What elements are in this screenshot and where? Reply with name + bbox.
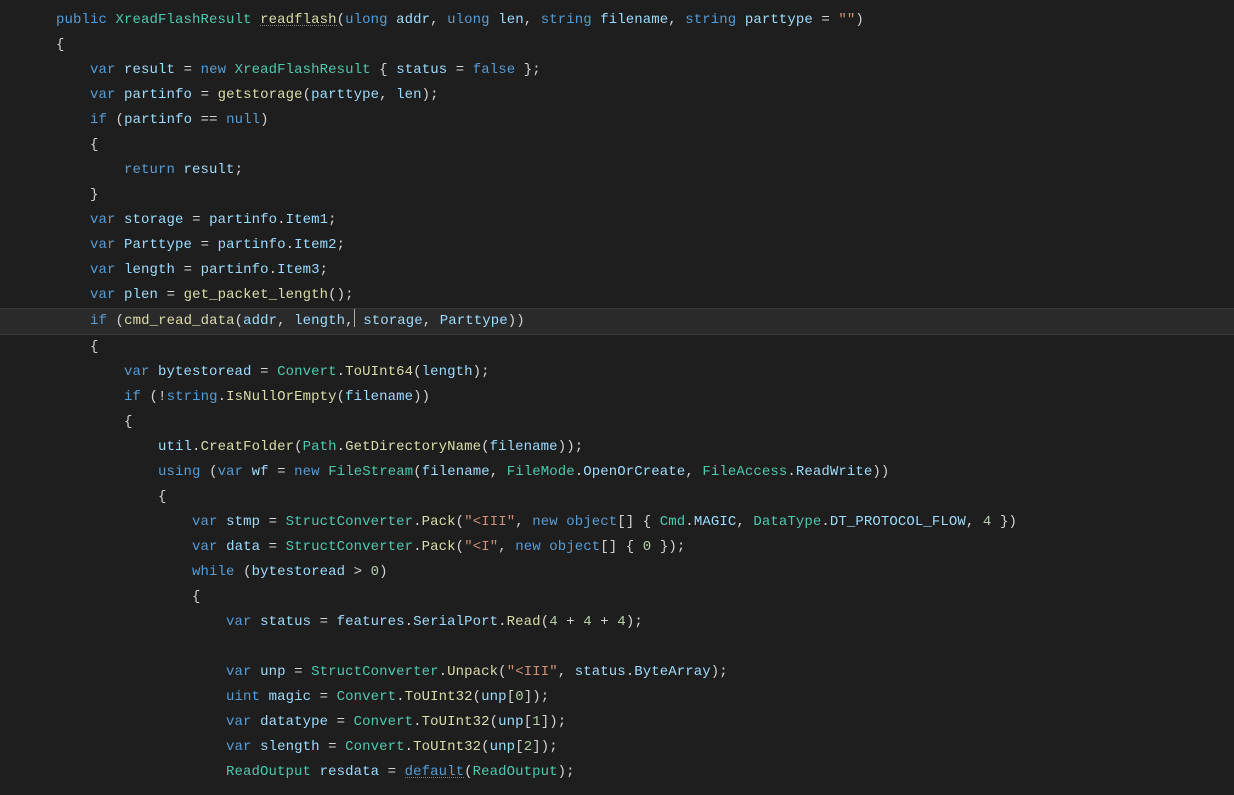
code-line[interactable]: var bytestoread = Convert.ToUInt64(lengt… xyxy=(0,360,1234,385)
code-line[interactable] xyxy=(0,635,1234,660)
code-editor[interactable]: public XreadFlashResult readflash(ulong … xyxy=(0,0,1234,785)
code-line[interactable]: public XreadFlashResult readflash(ulong … xyxy=(0,8,1234,33)
code-line[interactable]: var data = StructConverter.Pack("<I", ne… xyxy=(0,535,1234,560)
code-line[interactable]: var storage = partinfo.Item1; xyxy=(0,208,1234,233)
keyword: public xyxy=(56,12,107,28)
code-line[interactable]: if (partinfo == null) xyxy=(0,108,1234,133)
code-line[interactable]: uint magic = Convert.ToUInt32(unp[0]); xyxy=(0,685,1234,710)
code-line[interactable]: { xyxy=(0,410,1234,435)
code-line[interactable]: ReadOutput resdata = default(ReadOutput)… xyxy=(0,760,1234,785)
code-line[interactable]: { xyxy=(0,585,1234,610)
code-line[interactable]: var Parttype = partinfo.Item2; xyxy=(0,233,1234,258)
code-line[interactable]: { xyxy=(0,335,1234,360)
code-line[interactable]: var result = new XreadFlashResult { stat… xyxy=(0,58,1234,83)
code-line[interactable]: var datatype = Convert.ToUInt32(unp[1]); xyxy=(0,710,1234,735)
code-line[interactable]: var partinfo = getstorage(parttype, len)… xyxy=(0,83,1234,108)
code-line[interactable]: { xyxy=(0,133,1234,158)
code-line[interactable]: { xyxy=(0,485,1234,510)
code-line[interactable]: { xyxy=(0,33,1234,58)
code-line[interactable]: var slength = Convert.ToUInt32(unp[2]); xyxy=(0,735,1234,760)
code-line[interactable]: if (!string.IsNullOrEmpty(filename)) xyxy=(0,385,1234,410)
text-cursor xyxy=(354,309,355,327)
code-line[interactable]: var stmp = StructConverter.Pack("<III", … xyxy=(0,510,1234,535)
code-line[interactable]: var unp = StructConverter.Unpack("<III",… xyxy=(0,660,1234,685)
code-line[interactable]: using (var wf = new FileStream(filename,… xyxy=(0,460,1234,485)
code-line[interactable]: while (bytestoread > 0) xyxy=(0,560,1234,585)
method-name: readflash xyxy=(260,12,337,28)
code-line[interactable]: var status = features.SerialPort.Read(4 … xyxy=(0,610,1234,635)
code-line[interactable]: return result; xyxy=(0,158,1234,183)
type: XreadFlashResult xyxy=(116,12,252,28)
code-line[interactable]: var plen = get_packet_length(); xyxy=(0,283,1234,308)
code-line[interactable]: } xyxy=(0,183,1234,208)
code-line-active[interactable]: if (cmd_read_data(addr, length, storage,… xyxy=(0,308,1234,335)
code-line[interactable]: util.CreatFolder(Path.GetDirectoryName(f… xyxy=(0,435,1234,460)
code-line[interactable]: var length = partinfo.Item3; xyxy=(0,258,1234,283)
